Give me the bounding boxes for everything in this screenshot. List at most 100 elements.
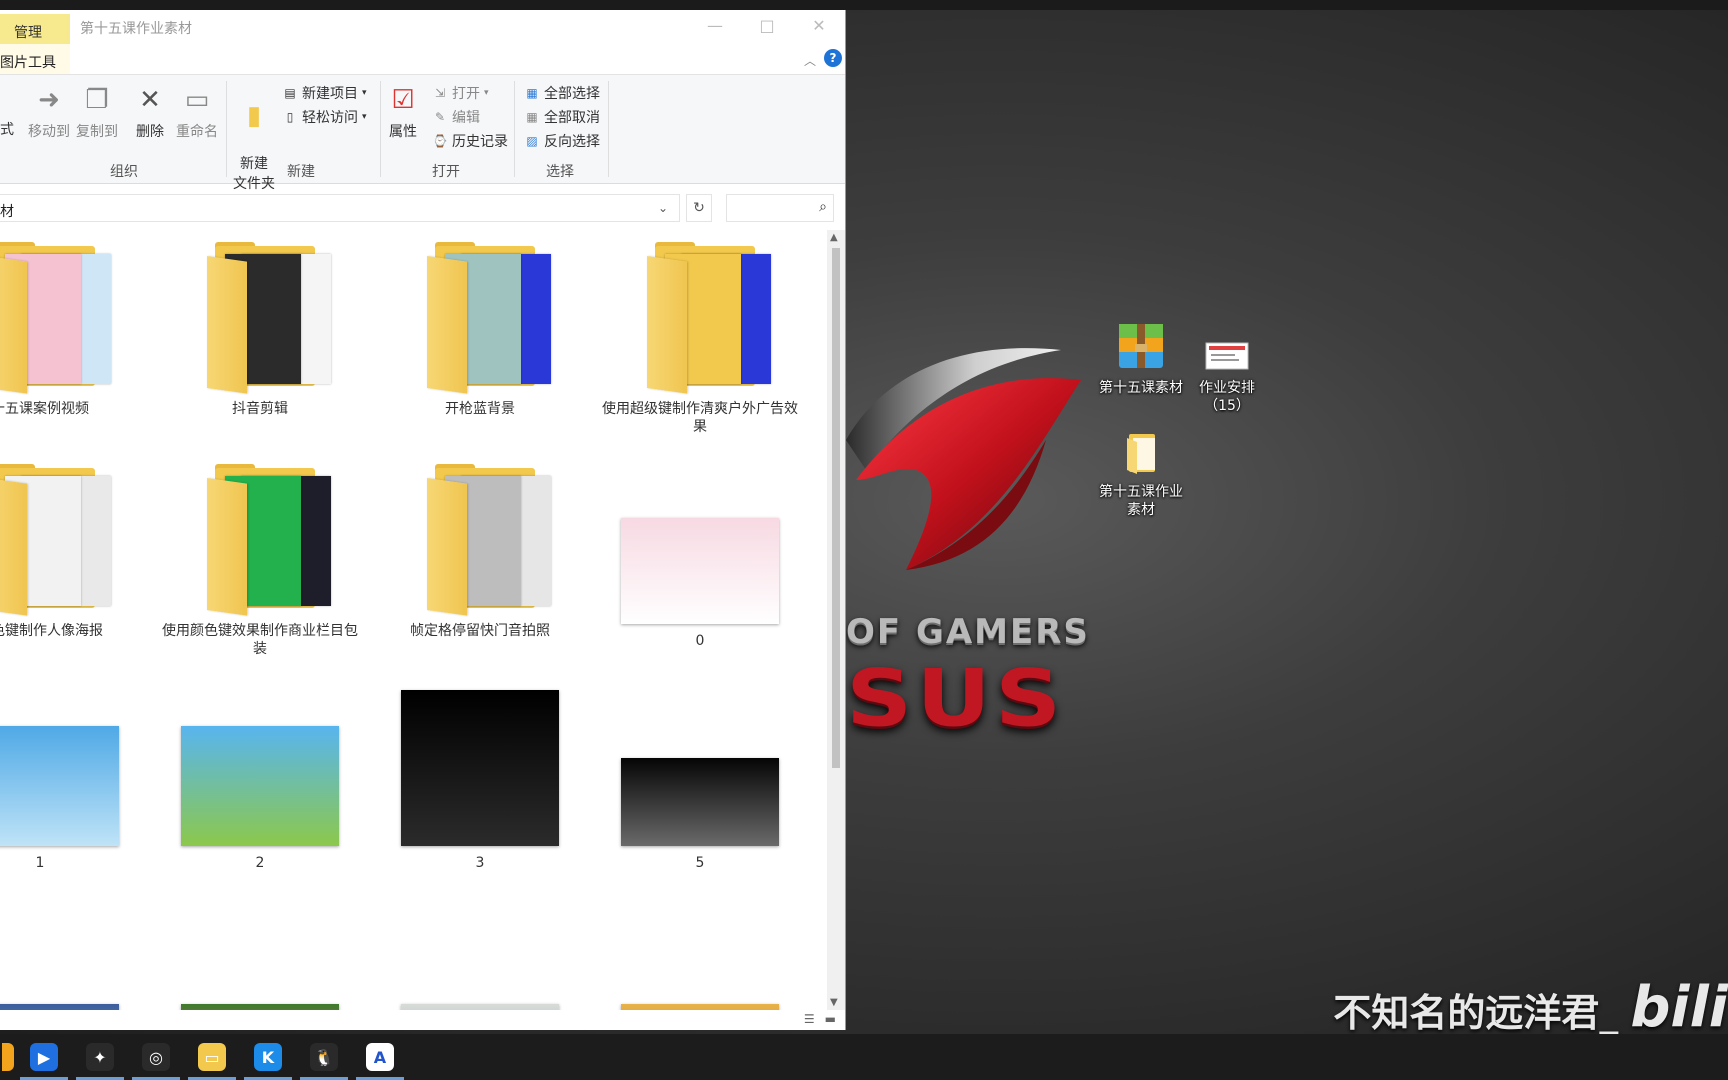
- edit-button[interactable]: ✎ 编辑: [432, 107, 480, 127]
- kugou-icon: K: [254, 1043, 282, 1071]
- new-item-icon: ▤: [284, 86, 296, 100]
- desktop-icon-lesson15-homework-folder[interactable]: 第十五课作业素材: [1096, 432, 1186, 519]
- maximize-button[interactable]: □: [752, 16, 782, 35]
- ribbon-edge-label: 式: [0, 122, 14, 138]
- video-watermark: 不知名的远洋君_ bili: [1333, 975, 1728, 1034]
- group-separator: [514, 81, 515, 177]
- new-item-button[interactable]: ▤ 新建项目 ▾: [282, 83, 366, 103]
- image-item[interactable]: [600, 908, 800, 1010]
- folder-item[interactable]: 帧定格停留快门音拍照: [380, 464, 580, 640]
- folder-thumbnail: [185, 464, 335, 616]
- folder-item[interactable]: 使用颜色键效果制作商业栏目包装: [160, 464, 360, 658]
- properties-button[interactable]: ☑ 属性: [386, 83, 420, 141]
- close-button[interactable]: ✕: [804, 16, 834, 35]
- taskbar: ▶ ✦ ◎ ▭ K 🐧 A: [0, 1034, 1728, 1080]
- folder-item[interactable]: 红色键制作人像海报: [0, 464, 140, 640]
- folder-thumbnail: [405, 464, 555, 616]
- tab-picture-tools[interactable]: 图片工具: [0, 44, 70, 74]
- item-label: 2: [255, 855, 265, 871]
- image-item[interactable]: [0, 908, 140, 1010]
- group-label-new: 新建: [287, 164, 315, 180]
- open-icon: ⇲: [434, 86, 446, 100]
- delete-x-icon: ✕: [139, 85, 161, 115]
- open-button[interactable]: ⇲ 打开 ▾: [432, 83, 489, 103]
- invert-selection-icon: ▨: [526, 134, 538, 148]
- item-label: 0: [695, 633, 705, 649]
- chevron-down-icon: ▾: [362, 112, 367, 122]
- image-thumbnail: [621, 758, 779, 846]
- image-thumbnail: [0, 726, 119, 846]
- scroll-down-icon[interactable]: ▼: [830, 997, 838, 1008]
- large-icons-view-icon[interactable]: ▬: [825, 1012, 836, 1026]
- address-field[interactable]: 材 ⌄: [0, 194, 680, 222]
- folder-item[interactable]: 使用超级键制作清爽户外广告效果: [600, 242, 800, 436]
- copy-to-button[interactable]: ❐ 复制到: [74, 83, 120, 141]
- ribbon-collapse-icon[interactable]: ︿: [804, 52, 816, 69]
- chevron-down-icon[interactable]: ⌄: [658, 201, 668, 215]
- group-separator: [380, 81, 381, 177]
- image-item[interactable]: 1: [0, 686, 140, 872]
- scroll-up-icon[interactable]: ▲: [830, 232, 838, 243]
- taskbar-obs[interactable]: ◎: [128, 1034, 184, 1080]
- rename-label: 重命名: [176, 124, 218, 140]
- details-view-icon[interactable]: ☰: [804, 1012, 815, 1026]
- image-item[interactable]: 2: [160, 686, 360, 872]
- desktop-icon-lesson15-materials[interactable]: 第十五课素材: [1096, 322, 1186, 397]
- search-input[interactable]: ⌕: [726, 194, 834, 222]
- winrar-archive-icon: [1119, 324, 1163, 368]
- ribbon-edge-item[interactable]: 式: [0, 119, 14, 139]
- folder-thumbnail: [405, 242, 555, 394]
- folder-item[interactable]: 抖音剪辑: [160, 242, 360, 418]
- image-item[interactable]: 5: [600, 686, 800, 872]
- help-icon[interactable]: ?: [824, 49, 842, 67]
- vertical-scrollbar[interactable]: ▲ ▼: [827, 230, 845, 1010]
- taskbar-partial-app[interactable]: [0, 1034, 16, 1080]
- invert-selection-button[interactable]: ▨ 反向选择: [524, 131, 600, 151]
- move-to-button[interactable]: ➜ 移动到: [26, 83, 72, 141]
- edit-icon: ✎: [434, 110, 446, 124]
- taskbar-app-feather[interactable]: ✦: [72, 1034, 128, 1080]
- image-item[interactable]: [380, 908, 580, 1010]
- taskbar-kugou[interactable]: K: [240, 1034, 296, 1080]
- history-button[interactable]: ⌚ 历史记录: [432, 131, 508, 151]
- desktop-icon-label: 第十五课素材: [1099, 380, 1183, 396]
- scroll-thumb[interactable]: [832, 248, 840, 768]
- rename-icon: ▭: [184, 85, 210, 115]
- rename-button[interactable]: ▭ 重命名: [174, 83, 220, 141]
- image-item[interactable]: 0: [600, 464, 800, 650]
- select-all-button[interactable]: ▦ 全部选择: [524, 83, 600, 103]
- group-separator: [226, 81, 227, 177]
- desktop-icon-homework-plan[interactable]: 作业安排（15）: [1182, 342, 1272, 415]
- folder-item[interactable]: 十五课案例视频: [0, 242, 140, 418]
- select-none-button[interactable]: ▦ 全部取消: [524, 107, 600, 127]
- item-label: 开枪蓝背景: [445, 401, 515, 417]
- tab-manage[interactable]: 管理: [0, 14, 70, 44]
- taskbar-app-blue[interactable]: ▶: [16, 1034, 72, 1080]
- file-explorer-icon: ▭: [198, 1043, 226, 1071]
- item-label: 3: [475, 855, 485, 871]
- minimize-button[interactable]: —: [700, 16, 730, 35]
- properties-check-icon: ☑: [391, 85, 415, 115]
- move-to-icon: ➜: [38, 85, 60, 115]
- rog-brand-word: SUS: [846, 653, 1066, 745]
- refresh-button[interactable]: ↻: [686, 194, 712, 222]
- obs-icon: ◎: [142, 1043, 170, 1071]
- item-label: 5: [695, 855, 705, 871]
- taskbar-file-explorer[interactable]: ▭: [184, 1034, 240, 1080]
- title-bar: 管理 第十五课作业素材 — □ ✕: [0, 10, 845, 44]
- easy-access-button[interactable]: ▯ 轻松访问 ▾: [282, 107, 367, 127]
- taskbar-app-a[interactable]: A: [352, 1034, 408, 1080]
- file-list: 十五课案例视频 抖音剪辑 开枪蓝背景 使用超级键制作清爽户外广告效果红色键制作人像海报…: [0, 230, 826, 1010]
- folder-item[interactable]: 开枪蓝背景: [380, 242, 580, 418]
- folder-thumbnail: [0, 464, 115, 616]
- taskbar-qq[interactable]: 🐧: [296, 1034, 352, 1080]
- status-bar: ☰ ▬: [0, 1010, 845, 1030]
- image-item[interactable]: [160, 908, 360, 1010]
- easy-access-icon: ▯: [286, 110, 294, 124]
- image-item[interactable]: 3: [380, 686, 580, 872]
- delete-button[interactable]: ✕ 删除: [130, 83, 170, 141]
- history-icon: ⌚: [432, 134, 448, 148]
- image-thumbnail: [401, 690, 559, 846]
- new-folder-label: 新建 文件夹: [233, 156, 275, 192]
- item-label: 十五课案例视频: [0, 401, 89, 417]
